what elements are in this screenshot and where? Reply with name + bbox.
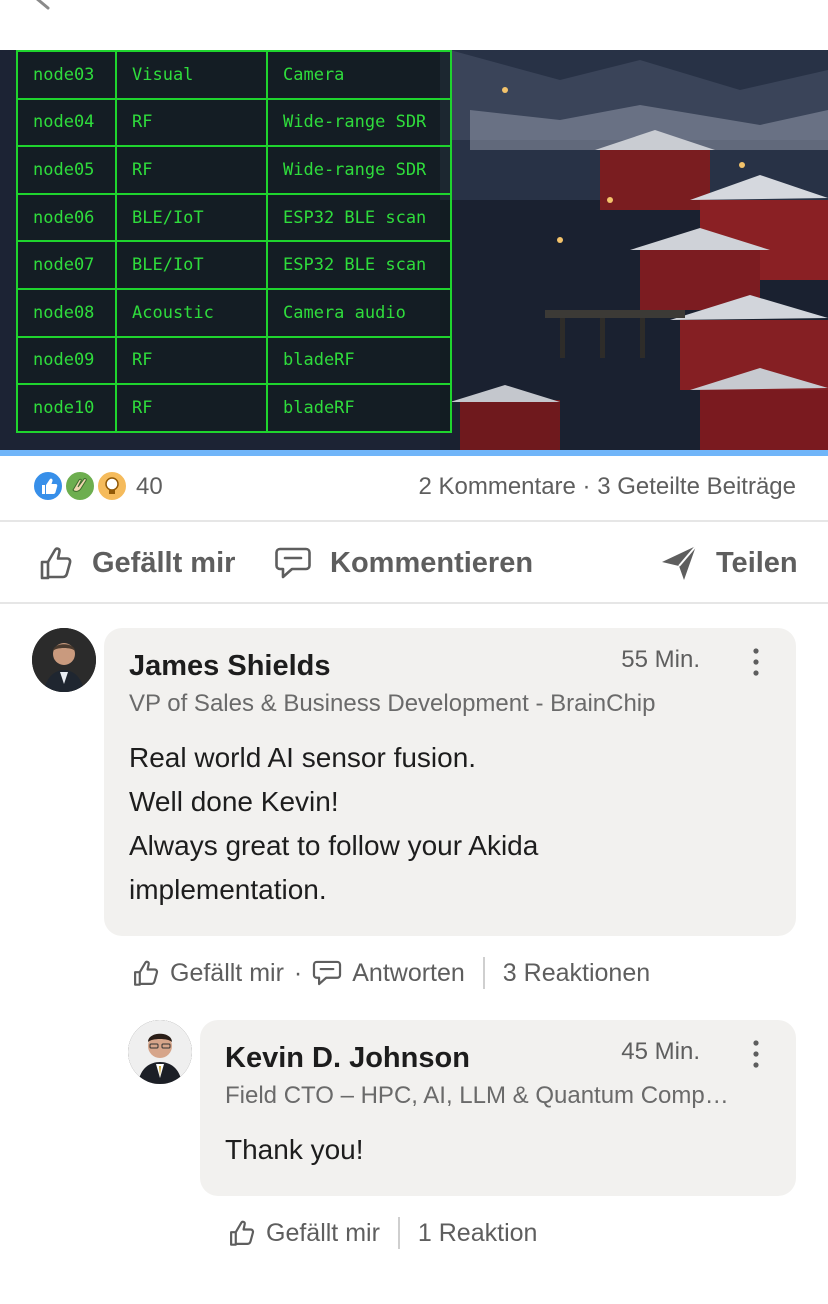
comment-author[interactable]: James Shields — [129, 650, 331, 683]
insightful-bulb-icon — [96, 470, 128, 502]
node-table-cell-type: RF — [115, 97, 268, 148]
send-share-icon — [662, 545, 697, 580]
node-table-cell-type: Visual — [115, 50, 268, 100]
divider — [0, 602, 828, 604]
back-arrow-icon[interactable] — [30, 0, 80, 20]
like-icon — [32, 470, 64, 502]
comment-button[interactable]: Kommentieren — [274, 540, 533, 586]
thumbs-up-icon[interactable] — [132, 958, 160, 988]
comments-shares-count[interactable]: 2 Kommentare · 3 Geteilte Beiträge — [418, 473, 796, 501]
node-table-cell-node: node04 — [16, 97, 117, 148]
comment-time: 45 Min. — [621, 1038, 700, 1065]
node-table-cell-device: bladeRF — [266, 335, 452, 386]
comment-time: 55 Min. — [621, 646, 700, 673]
comment-like-button[interactable]: Gefällt mir — [266, 1219, 380, 1248]
post-image[interactable]: node03 Visual Camera node04 RF Wide-range SDR… — [0, 50, 828, 450]
node-table-row: node05 RF Wide-range SDR — [16, 145, 452, 195]
node-table-cell-node: node06 — [16, 192, 117, 243]
node-table-cell-device: Wide-range SDR — [266, 97, 452, 148]
thumbs-up-icon — [40, 547, 72, 580]
node-table-row: node08 Acoustic Camera audio — [16, 287, 452, 338]
comment-label: Kommentieren — [330, 546, 534, 579]
reaction-count[interactable]: 40 — [136, 473, 163, 501]
reply-actions: Gefällt mir 1 Reaktion — [228, 1213, 537, 1253]
comment-reactions-count[interactable]: 1 Reaktion — [418, 1219, 538, 1248]
post-action-bar: Gefällt mir Kommentieren Teilen — [0, 522, 828, 602]
node-table-row: node10 RF bladeRF — [16, 383, 452, 433]
node-table-row: node07 BLE/IoT ESP32 BLE scan — [16, 240, 452, 290]
reaction-icons[interactable] — [32, 470, 132, 502]
node-table-cell-type: BLE/IoT — [115, 240, 268, 290]
node-table-cell-node: node05 — [16, 145, 117, 195]
separator-bar — [397, 1217, 400, 1249]
node-table-cell-type: RF — [115, 145, 268, 195]
comment-like-button[interactable]: Gefällt mir — [170, 959, 284, 988]
node-table-cell-device: Camera — [266, 50, 452, 100]
comment-text: Real world AI sensor fusion. Well done K… — [129, 736, 538, 912]
node-table-cell-node: node08 — [16, 287, 117, 338]
comment-line: Always great to follow your Akida — [129, 830, 539, 861]
comment-author[interactable]: Kevin D. Johnson — [225, 1042, 470, 1075]
node-table-cell-device: ESP32 BLE scan — [266, 192, 452, 243]
thumbs-up-icon[interactable] — [228, 1218, 256, 1248]
node-table-cell-node: node10 — [16, 383, 117, 433]
comment-reply-button[interactable]: Antworten — [352, 959, 465, 988]
node-table-row: node09 RF bladeRF — [16, 335, 452, 386]
avatar-kevin-johnson[interactable] — [128, 1020, 192, 1084]
like-label: Gefällt mir — [92, 546, 236, 579]
node-table-row: node04 RF Wide-range SDR — [16, 97, 452, 148]
separator-bar — [482, 957, 485, 989]
share-label: Teilen — [716, 546, 798, 579]
more-options-icon[interactable] — [751, 646, 761, 678]
social-stats: 40 2 Kommentare · 3 Geteilte Beiträge — [0, 460, 828, 520]
node-table-cell-device: Camera audio — [266, 287, 452, 338]
reply-bubble: Kevin D. Johnson 45 Min. Field CTO – HPC… — [200, 1020, 796, 1196]
node-table-cell-device: Wide-range SDR — [266, 145, 452, 195]
comment-line: Thank you! — [225, 1134, 364, 1165]
node-table-cell-type: BLE/IoT — [115, 192, 268, 243]
comment-line: Well done Kevin! — [129, 786, 339, 817]
comment-text: Thank you! — [225, 1128, 364, 1172]
node-table-cell-type: Acoustic — [115, 287, 268, 338]
comment-reactions-count[interactable]: 3 Reaktionen — [503, 959, 650, 988]
comment-headline: Field CTO – HPC, AI, LLM & Quantum Comp… — [225, 1082, 729, 1109]
image-progress-bar — [0, 450, 828, 456]
comment-headline: VP of Sales & Business Development - Bra… — [129, 690, 656, 717]
share-button[interactable]: Teilen — [660, 540, 798, 586]
comment-line: implementation. — [129, 874, 327, 905]
node-table-cell-node: node07 — [16, 240, 117, 290]
node-table-cell-type: RF — [115, 335, 268, 386]
like-button[interactable]: Gefällt mir — [38, 540, 235, 586]
more-options-icon[interactable] — [751, 1038, 761, 1070]
comment-bubble: James Shields 55 Min. VP of Sales & Busi… — [104, 628, 796, 936]
celebrate-clap-icon — [64, 470, 96, 502]
node-table-cell-device: bladeRF — [266, 383, 452, 433]
separator-dot: · — [293, 958, 303, 987]
node-table-cell-node: node03 — [16, 50, 117, 100]
node-table-cell-device: ESP32 BLE scan — [266, 240, 452, 290]
comment-line: Real world AI sensor fusion. — [129, 742, 477, 773]
top-bar — [0, 0, 828, 50]
node-table-row: node06 BLE/IoT ESP32 BLE scan — [16, 192, 452, 243]
comment-actions: Gefällt mir · Antworten 3 Reaktionen — [132, 953, 650, 993]
reply-bubble-icon[interactable] — [312, 959, 342, 987]
avatar-james-shields[interactable] — [32, 628, 96, 692]
node-table-cell-type: RF — [115, 383, 268, 433]
node-table-cell-node: node09 — [16, 335, 117, 386]
node-sensor-table: node03 Visual Camera node04 RF Wide-range SDR… — [16, 50, 452, 433]
node-table-row: node03 Visual Camera — [16, 50, 452, 100]
comment-bubble-icon — [275, 547, 311, 579]
